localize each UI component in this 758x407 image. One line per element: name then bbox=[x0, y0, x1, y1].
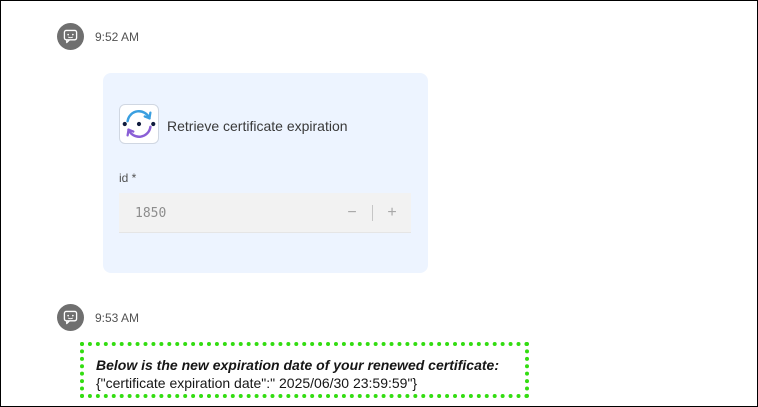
chat-bot-icon bbox=[57, 23, 84, 50]
id-field-label: id * bbox=[119, 171, 137, 185]
message-timestamp: 9:53 AM bbox=[95, 310, 140, 325]
stepper-divider bbox=[372, 205, 373, 221]
response-message: Below is the new expiration date of your… bbox=[80, 342, 529, 398]
message-header-2: 9:53 AM bbox=[57, 304, 139, 331]
response-body: {"certificate expiration date":" 2025/06… bbox=[96, 375, 418, 391]
chat-window: 9:52 AM Retrieve certificate expiration … bbox=[0, 0, 758, 407]
tool-title: Retrieve certificate expiration bbox=[167, 118, 348, 134]
decrement-button[interactable]: − bbox=[342, 201, 362, 225]
message-timestamp: 9:52 AM bbox=[95, 29, 140, 44]
response-heading: Below is the new expiration date of your… bbox=[96, 357, 499, 373]
tool-card: Retrieve certificate expiration id * 185… bbox=[103, 73, 428, 273]
chat-bot-icon bbox=[57, 304, 84, 331]
message-header-1: 9:52 AM bbox=[57, 23, 139, 50]
increment-button[interactable]: + bbox=[382, 201, 402, 225]
id-number-input[interactable]: 1850 − + bbox=[119, 193, 411, 233]
sync-arrows-icon bbox=[119, 104, 159, 144]
id-value[interactable]: 1850 bbox=[135, 206, 166, 221]
